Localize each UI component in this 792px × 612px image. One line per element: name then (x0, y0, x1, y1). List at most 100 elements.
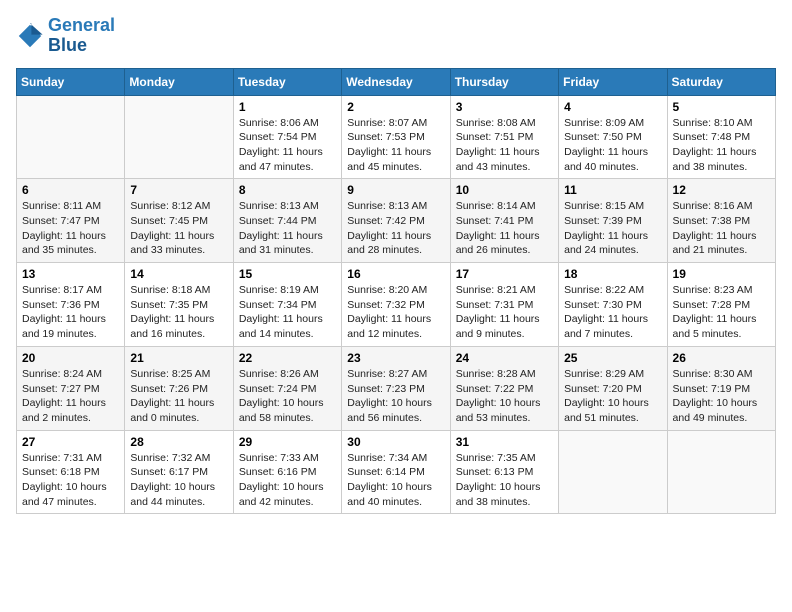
calendar-header: SundayMondayTuesdayWednesdayThursdayFrid… (17, 68, 776, 95)
calendar-cell: 22 Sunrise: 8:26 AM Sunset: 7:24 PM Dayli… (233, 346, 341, 430)
day-number: 14 (130, 267, 227, 281)
day-number: 1 (239, 100, 336, 114)
day-number: 29 (239, 435, 336, 449)
day-number: 2 (347, 100, 444, 114)
weekday-header: Friday (559, 68, 667, 95)
day-number: 22 (239, 351, 336, 365)
calendar-week-row: 1 Sunrise: 8:06 AM Sunset: 7:54 PM Daylig… (17, 95, 776, 179)
calendar-cell (125, 95, 233, 179)
day-number: 19 (673, 267, 770, 281)
day-number: 13 (22, 267, 119, 281)
day-info: Sunrise: 7:33 AM Sunset: 6:16 PM Dayligh… (239, 451, 336, 510)
calendar-cell (667, 430, 775, 514)
calendar-cell: 18 Sunrise: 8:22 AM Sunset: 7:30 PM Dayli… (559, 263, 667, 347)
calendar-cell: 15 Sunrise: 8:19 AM Sunset: 7:34 PM Dayli… (233, 263, 341, 347)
day-number: 10 (456, 183, 553, 197)
day-number: 23 (347, 351, 444, 365)
day-number: 7 (130, 183, 227, 197)
day-number: 24 (456, 351, 553, 365)
day-number: 31 (456, 435, 553, 449)
calendar-cell: 31Sunrise: 7:35 AM Sunset: 6:13 PM Dayli… (450, 430, 558, 514)
day-number: 30 (347, 435, 444, 449)
calendar-cell: 13 Sunrise: 8:17 AM Sunset: 7:36 PM Dayli… (17, 263, 125, 347)
logo-icon (16, 22, 44, 50)
day-number: 11 (564, 183, 661, 197)
calendar-cell: 6Sunrise: 8:11 AM Sunset: 7:47 PM Daylig… (17, 179, 125, 263)
day-number: 4 (564, 100, 661, 114)
calendar-cell: 3Sunrise: 8:08 AM Sunset: 7:51 PM Daylig… (450, 95, 558, 179)
day-number: 21 (130, 351, 227, 365)
calendar-cell: 5 Sunrise: 8:10 AM Sunset: 7:48 PM Daylig… (667, 95, 775, 179)
day-info: Sunrise: 8:07 AM Sunset: 7:53 PM Dayligh… (347, 116, 444, 175)
weekday-header: Monday (125, 68, 233, 95)
calendar-cell: 24 Sunrise: 8:28 AM Sunset: 7:22 PM Dayli… (450, 346, 558, 430)
day-info: Sunrise: 8:27 AM Sunset: 7:23 PM Dayligh… (347, 367, 444, 426)
day-info: Sunrise: 8:14 AM Sunset: 7:41 PM Dayligh… (456, 199, 553, 258)
logo-text: General Blue (48, 16, 115, 56)
calendar-cell: 27Sunrise: 7:31 AM Sunset: 6:18 PM Dayli… (17, 430, 125, 514)
calendar-cell: 21 Sunrise: 8:25 AM Sunset: 7:26 PM Dayli… (125, 346, 233, 430)
calendar-cell: 25 Sunrise: 8:29 AM Sunset: 7:20 PM Dayli… (559, 346, 667, 430)
day-number: 26 (673, 351, 770, 365)
calendar-cell: 8 Sunrise: 8:13 AM Sunset: 7:44 PM Daylig… (233, 179, 341, 263)
day-info: Sunrise: 8:22 AM Sunset: 7:30 PM Dayligh… (564, 283, 661, 342)
calendar-cell (17, 95, 125, 179)
day-info: Sunrise: 8:12 AM Sunset: 7:45 PM Dayligh… (130, 199, 227, 258)
day-info: Sunrise: 8:10 AM Sunset: 7:48 PM Dayligh… (673, 116, 770, 175)
day-info: Sunrise: 8:17 AM Sunset: 7:36 PM Dayligh… (22, 283, 119, 342)
weekday-header: Thursday (450, 68, 558, 95)
day-info: Sunrise: 7:31 AM Sunset: 6:18 PM Dayligh… (22, 451, 119, 510)
weekday-header: Saturday (667, 68, 775, 95)
day-info: Sunrise: 8:20 AM Sunset: 7:32 PM Dayligh… (347, 283, 444, 342)
day-info: Sunrise: 8:13 AM Sunset: 7:44 PM Dayligh… (239, 199, 336, 258)
weekday-header: Wednesday (342, 68, 450, 95)
calendar-cell: 9 Sunrise: 8:13 AM Sunset: 7:42 PM Daylig… (342, 179, 450, 263)
calendar-week-row: 6Sunrise: 8:11 AM Sunset: 7:47 PM Daylig… (17, 179, 776, 263)
day-number: 18 (564, 267, 661, 281)
day-number: 25 (564, 351, 661, 365)
day-number: 6 (22, 183, 119, 197)
calendar-cell: 26Sunrise: 8:30 AM Sunset: 7:19 PM Dayli… (667, 346, 775, 430)
day-info: Sunrise: 8:18 AM Sunset: 7:35 PM Dayligh… (130, 283, 227, 342)
day-info: Sunrise: 8:29 AM Sunset: 7:20 PM Dayligh… (564, 367, 661, 426)
day-info: Sunrise: 7:34 AM Sunset: 6:14 PM Dayligh… (347, 451, 444, 510)
day-info: Sunrise: 8:16 AM Sunset: 7:38 PM Dayligh… (673, 199, 770, 258)
logo: General Blue (16, 16, 115, 56)
weekday-header: Sunday (17, 68, 125, 95)
day-number: 28 (130, 435, 227, 449)
day-info: Sunrise: 8:23 AM Sunset: 7:28 PM Dayligh… (673, 283, 770, 342)
calendar-cell: 11Sunrise: 8:15 AM Sunset: 7:39 PM Dayli… (559, 179, 667, 263)
day-number: 15 (239, 267, 336, 281)
calendar-cell: 30 Sunrise: 7:34 AM Sunset: 6:14 PM Dayli… (342, 430, 450, 514)
day-info: Sunrise: 8:13 AM Sunset: 7:42 PM Dayligh… (347, 199, 444, 258)
page-header: General Blue (16, 16, 776, 56)
day-number: 9 (347, 183, 444, 197)
calendar-cell: 28 Sunrise: 7:32 AM Sunset: 6:17 PM Dayli… (125, 430, 233, 514)
day-number: 16 (347, 267, 444, 281)
calendar-cell: 4Sunrise: 8:09 AM Sunset: 7:50 PM Daylig… (559, 95, 667, 179)
day-info: Sunrise: 8:25 AM Sunset: 7:26 PM Dayligh… (130, 367, 227, 426)
day-number: 17 (456, 267, 553, 281)
weekday-header: Tuesday (233, 68, 341, 95)
calendar-cell: 23 Sunrise: 8:27 AM Sunset: 7:23 PM Dayli… (342, 346, 450, 430)
day-info: Sunrise: 7:32 AM Sunset: 6:17 PM Dayligh… (130, 451, 227, 510)
calendar-table: SundayMondayTuesdayWednesdayThursdayFrid… (16, 68, 776, 515)
day-info: Sunrise: 8:28 AM Sunset: 7:22 PM Dayligh… (456, 367, 553, 426)
calendar-week-row: 13 Sunrise: 8:17 AM Sunset: 7:36 PM Dayli… (17, 263, 776, 347)
calendar-cell (559, 430, 667, 514)
calendar-cell: 16 Sunrise: 8:20 AM Sunset: 7:32 PM Dayli… (342, 263, 450, 347)
calendar-week-row: 20Sunrise: 8:24 AM Sunset: 7:27 PM Dayli… (17, 346, 776, 430)
calendar-cell: 10 Sunrise: 8:14 AM Sunset: 7:41 PM Dayli… (450, 179, 558, 263)
day-info: Sunrise: 8:26 AM Sunset: 7:24 PM Dayligh… (239, 367, 336, 426)
day-info: Sunrise: 8:08 AM Sunset: 7:51 PM Dayligh… (456, 116, 553, 175)
calendar-cell: 20Sunrise: 8:24 AM Sunset: 7:27 PM Dayli… (17, 346, 125, 430)
day-number: 8 (239, 183, 336, 197)
day-number: 20 (22, 351, 119, 365)
day-number: 5 (673, 100, 770, 114)
calendar-cell: 1 Sunrise: 8:06 AM Sunset: 7:54 PM Daylig… (233, 95, 341, 179)
day-info: Sunrise: 8:21 AM Sunset: 7:31 PM Dayligh… (456, 283, 553, 342)
calendar-cell: 7 Sunrise: 8:12 AM Sunset: 7:45 PM Daylig… (125, 179, 233, 263)
day-info: Sunrise: 8:06 AM Sunset: 7:54 PM Dayligh… (239, 116, 336, 175)
day-info: Sunrise: 8:19 AM Sunset: 7:34 PM Dayligh… (239, 283, 336, 342)
calendar-cell: 2 Sunrise: 8:07 AM Sunset: 7:53 PM Daylig… (342, 95, 450, 179)
